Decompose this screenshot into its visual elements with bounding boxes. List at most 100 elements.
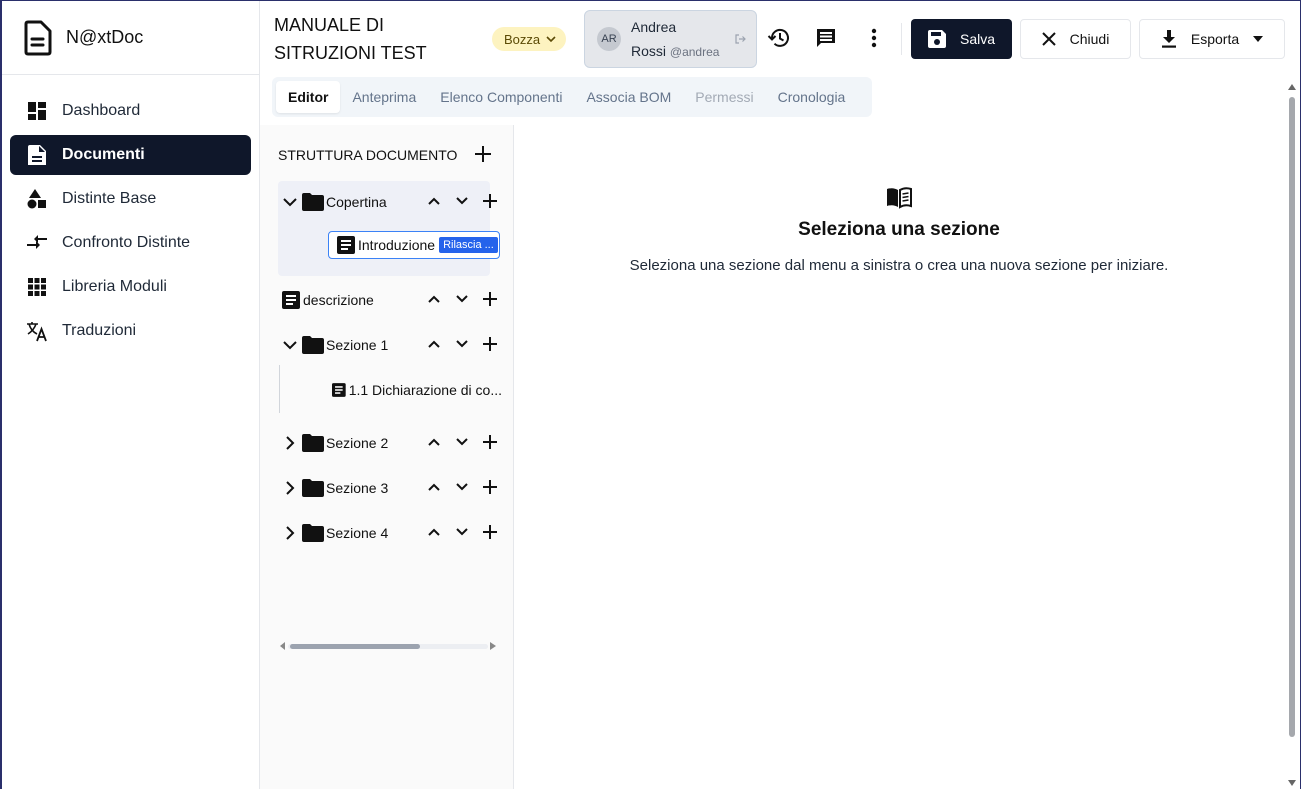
move-down-icon[interactable] xyxy=(452,432,472,452)
move-down-icon[interactable] xyxy=(452,334,472,354)
move-up-icon[interactable] xyxy=(424,477,444,497)
article-icon xyxy=(332,383,346,397)
tree-node-sezione-3[interactable]: Sezione 3 xyxy=(280,478,388,498)
move-up-icon[interactable] xyxy=(424,289,444,309)
history-icon[interactable] xyxy=(766,25,792,51)
folder-icon xyxy=(302,193,324,211)
scroll-up-arrow-icon[interactable] xyxy=(1288,83,1296,91)
folder-icon xyxy=(302,479,324,497)
comment-icon[interactable] xyxy=(813,25,839,51)
tree-heading: STRUTTURA DOCUMENTO xyxy=(278,147,458,163)
sidebar-item-confronto-distinte[interactable]: Confronto Distinte xyxy=(10,223,251,263)
tab-cronologia[interactable]: Cronologia xyxy=(766,81,858,113)
document-structure-panel: STRUTTURA DOCUMENTO Copertina Introduzio… xyxy=(260,125,514,789)
node-controls xyxy=(424,477,500,497)
scroll-down-arrow-icon[interactable] xyxy=(1288,779,1296,787)
logout-icon[interactable] xyxy=(734,33,746,45)
chevron-down-icon[interactable] xyxy=(280,335,300,355)
add-child-icon[interactable] xyxy=(480,191,500,211)
chevron-right-icon[interactable] xyxy=(280,433,300,453)
add-child-icon[interactable] xyxy=(480,522,500,542)
chevron-down-icon[interactable] xyxy=(280,192,300,212)
more-vert-icon[interactable] xyxy=(861,25,887,51)
sidebar: N@xtDoc Dashboard Documenti Distinte Bas… xyxy=(2,1,260,789)
tree-node-label: Sezione 1 xyxy=(326,337,389,353)
export-button[interactable]: Esporta xyxy=(1139,19,1285,59)
sidebar-item-label: Libreria Moduli xyxy=(62,278,167,295)
release-tag[interactable]: Rilascia ... xyxy=(439,237,498,253)
sidebar-item-label: Traduzioni xyxy=(62,322,137,339)
sidebar-item-label: Documenti xyxy=(62,146,145,163)
tree-node-sezione-1[interactable]: Sezione 1 xyxy=(280,335,388,355)
document-header: MANUALE DI SITRUZIONI TEST Bozza AR Andr… xyxy=(260,1,1300,77)
add-child-icon[interactable] xyxy=(480,289,500,309)
move-up-icon[interactable] xyxy=(424,334,444,354)
sidebar-item-documenti[interactable]: Documenti xyxy=(10,135,251,175)
close-button-label: Chiudi xyxy=(1069,31,1110,47)
folder-icon xyxy=(302,524,324,542)
brand[interactable]: N@xtDoc xyxy=(2,1,259,75)
sidebar-item-dashboard[interactable]: Dashboard xyxy=(10,91,251,131)
save-button[interactable]: Salva xyxy=(911,19,1012,59)
close-button[interactable]: Chiudi xyxy=(1020,19,1131,59)
add-section-icon[interactable] xyxy=(472,143,494,165)
tab-anteprima[interactable]: Anteprima xyxy=(340,81,428,113)
node-controls xyxy=(424,289,500,309)
move-up-icon[interactable] xyxy=(424,522,444,542)
move-down-icon[interactable] xyxy=(452,522,472,542)
node-controls xyxy=(424,191,500,211)
move-up-icon[interactable] xyxy=(424,432,444,452)
add-child-icon[interactable] xyxy=(480,477,500,497)
tree-node-sezione-4[interactable]: Sezione 4 xyxy=(280,523,388,543)
user-handle: @andrea xyxy=(669,44,720,59)
chevron-right-icon[interactable] xyxy=(280,478,300,498)
document-logo-icon xyxy=(24,20,52,55)
tree-node-dichiarazione[interactable]: 1.1 Dichiarazione di co... xyxy=(332,381,502,399)
compare-arrows-icon xyxy=(26,232,48,254)
sidebar-item-libreria-moduli[interactable]: Libreria Moduli xyxy=(10,267,251,307)
add-child-icon[interactable] xyxy=(480,334,500,354)
tree-horizontal-scrollbar[interactable] xyxy=(280,641,496,651)
move-down-icon[interactable] xyxy=(452,477,472,497)
add-child-icon[interactable] xyxy=(480,432,500,452)
empty-state-message: Seleziona una sezione dal menu a sinistr… xyxy=(629,257,1169,274)
book-open-icon xyxy=(887,187,912,209)
status-badge[interactable]: Bozza xyxy=(492,27,567,51)
main-vertical-scrollbar[interactable] xyxy=(1287,81,1297,789)
export-button-label: Esporta xyxy=(1190,31,1240,47)
tree-node-label: Sezione 4 xyxy=(326,525,389,541)
sidebar-item-distinte-base[interactable]: Distinte Base xyxy=(10,179,251,219)
tree-node-introduzione[interactable]: Introduzione Rilascia ... xyxy=(328,231,500,259)
tab-associa-bom[interactable]: Associa BOM xyxy=(574,81,683,113)
move-down-icon[interactable] xyxy=(452,289,472,309)
sidebar-item-traduzioni[interactable]: Traduzioni xyxy=(10,311,251,351)
user-first-name: Andrea xyxy=(631,18,677,35)
tab-elenco-componenti[interactable]: Elenco Componenti xyxy=(428,81,574,113)
chevron-right-icon[interactable] xyxy=(280,523,300,543)
scroll-right-arrow-icon[interactable] xyxy=(490,642,496,650)
move-up-icon[interactable] xyxy=(424,191,444,211)
tree-node-descrizione[interactable]: descrizione xyxy=(282,291,374,309)
user-info: Andrea Rossi @andrea xyxy=(631,15,719,64)
tree-node-copertina[interactable]: Copertina xyxy=(280,192,387,212)
page-title: MANUALE DI SITRUZIONI TEST xyxy=(274,15,427,63)
scrollbar-thumb[interactable] xyxy=(290,644,420,649)
user-card[interactable]: AR Andrea Rossi @andrea xyxy=(584,10,757,68)
document-icon xyxy=(26,144,48,166)
translate-icon xyxy=(26,320,48,342)
move-down-icon[interactable] xyxy=(452,191,472,211)
sidebar-nav: Dashboard Documenti Distinte Base Confro… xyxy=(2,75,259,351)
scrollbar-thumb[interactable] xyxy=(1289,97,1295,737)
tree-node-sezione-2[interactable]: Sezione 2 xyxy=(280,433,388,453)
status-badge-label: Bozza xyxy=(504,31,541,47)
grid-icon xyxy=(26,276,48,298)
user-last-name: Rossi xyxy=(631,42,667,59)
tree-node-label: Sezione 2 xyxy=(326,435,389,451)
tab-editor[interactable]: Editor xyxy=(276,81,341,113)
node-controls xyxy=(424,522,500,542)
tree-node-label: Copertina xyxy=(326,194,387,210)
tree-node-label: Sezione 3 xyxy=(326,480,389,496)
tree-node-label: descrizione xyxy=(303,292,374,308)
tree-child-guide xyxy=(279,365,280,413)
scroll-left-arrow-icon[interactable] xyxy=(280,642,286,650)
